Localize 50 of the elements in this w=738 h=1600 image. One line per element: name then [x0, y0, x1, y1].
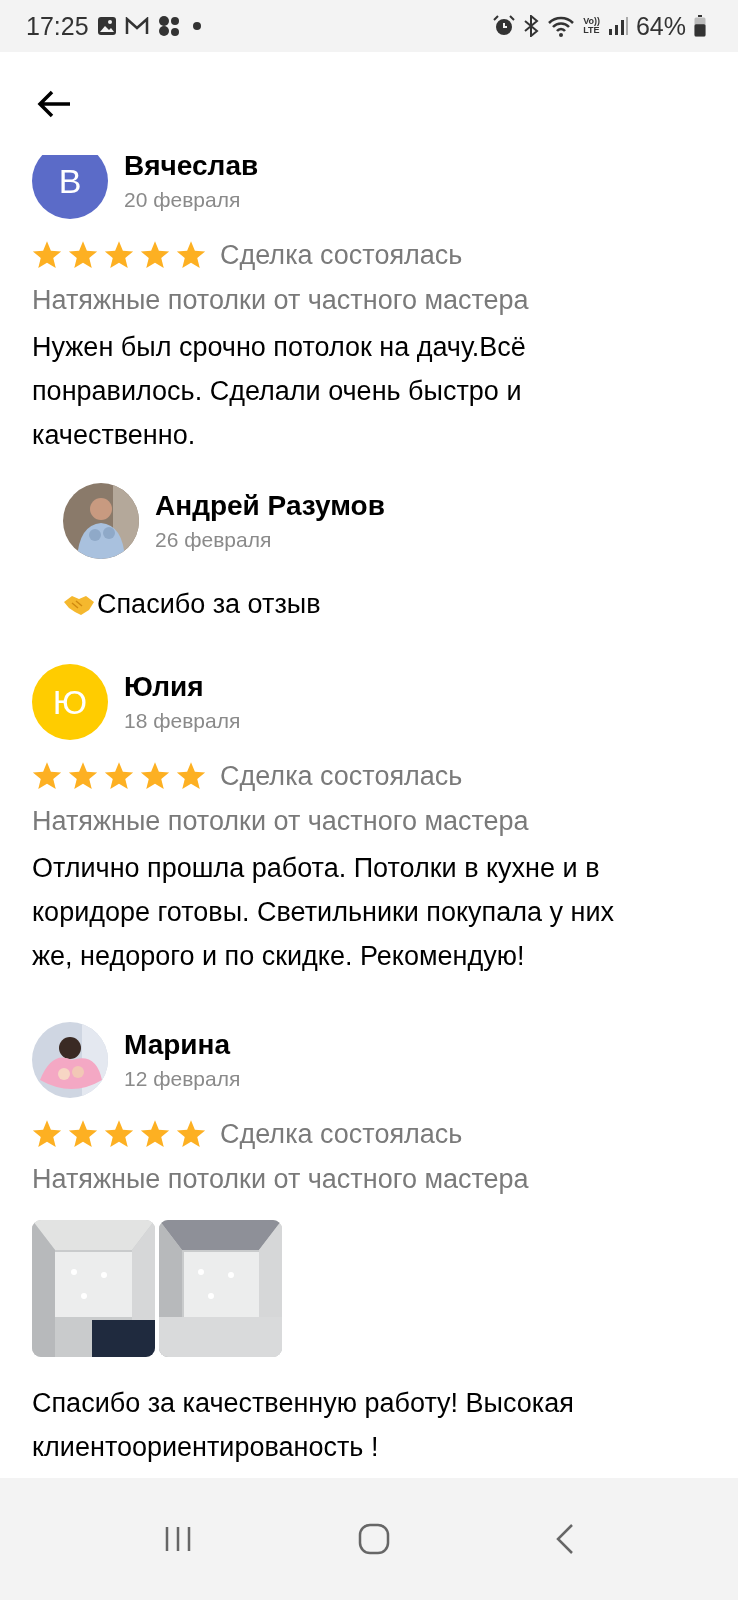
review-date: 18 февраля	[124, 709, 241, 733]
home-button[interactable]	[358, 1523, 390, 1555]
star-icon	[176, 240, 206, 270]
star-icon	[32, 240, 62, 270]
alarm-icon	[493, 15, 516, 37]
service-name: Натяжные потолки от частного мастера	[32, 805, 530, 838]
mail-icon	[124, 17, 149, 35]
star-icon	[140, 761, 170, 791]
star-icon	[104, 240, 134, 270]
service-name: Натяжные потолки от частного мастера	[32, 1163, 530, 1196]
deal-status: Сделка состоялась	[220, 1118, 463, 1150]
back-button[interactable]	[36, 88, 72, 119]
author-name: Юлия	[124, 671, 205, 703]
battery-percent: 64%	[635, 11, 686, 41]
author-name: Марина	[124, 1029, 232, 1061]
handshake-icon	[63, 593, 95, 616]
deal-status: Сделка состоялась	[220, 760, 463, 792]
volte-indicator: Vo)) LTE	[583, 17, 600, 35]
reply-text: Спасибо за отзыв	[97, 589, 321, 620]
status-time: 17:25	[26, 11, 89, 41]
star-icon	[68, 1119, 98, 1149]
star-icon	[68, 240, 98, 270]
bluetooth-icon	[523, 15, 540, 37]
wifi-icon	[547, 15, 576, 37]
image-icon	[96, 16, 117, 36]
avatar: Ю	[32, 664, 108, 740]
star-icon	[176, 761, 206, 791]
nav-back-button[interactable]	[555, 1523, 576, 1555]
review-text: Отлично прошла работа. Потолки в кухне и в коридоре готовы. Светильники покупала у них же, недорого и по скидке. Рекомендую!	[32, 852, 616, 973]
star-icon	[176, 1119, 206, 1149]
star-icon	[68, 761, 98, 791]
star-icon	[104, 761, 134, 791]
service-name: Натяжные потолки от частного мастера	[32, 284, 530, 317]
review-text: Нужен был срочно потолок на дачу.Всё понравилось. Сделали очень быстро и качественно.	[32, 331, 527, 452]
star-icon	[140, 1119, 170, 1149]
review-date: 20 февраля	[124, 188, 242, 212]
deal-status: Сделка состоялась	[220, 239, 463, 271]
signal-icon	[607, 16, 628, 36]
reply-date: 26 февраля	[155, 528, 273, 552]
star-icon	[104, 1119, 134, 1149]
review-date: 12 февраля	[124, 1067, 241, 1091]
star-icon	[32, 761, 62, 791]
star-icon	[140, 240, 170, 270]
battery-icon	[694, 15, 706, 37]
author-name: Андрей Разумов	[155, 490, 385, 522]
star-icon	[32, 1119, 62, 1149]
author-name: Вячеслав	[124, 155, 259, 182]
avatar: В	[32, 155, 108, 219]
review-text: Спасибо за качественную работу! Высокая клиентоориентированость !	[32, 1387, 575, 1464]
dots-icon	[156, 15, 181, 37]
